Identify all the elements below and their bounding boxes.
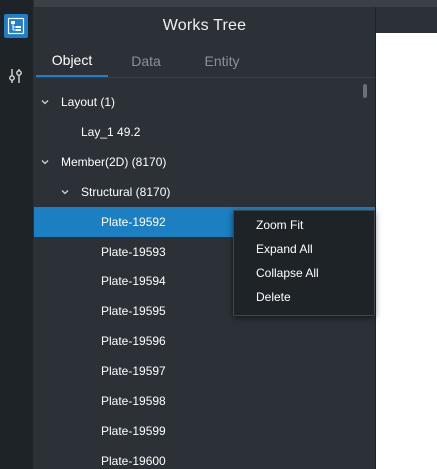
tab-data[interactable]: Data xyxy=(108,45,184,77)
left-toolstrip xyxy=(0,0,34,469)
tree-node-plate[interactable]: Plate-19598 xyxy=(34,386,375,416)
chevron-down-icon[interactable] xyxy=(60,187,70,197)
tab-object[interactable]: Object xyxy=(36,45,108,77)
panel-title: Works Tree xyxy=(162,17,247,34)
tree-node-label: Plate-19595 xyxy=(101,304,166,318)
menu-item-expand-all[interactable]: Expand All xyxy=(234,237,374,261)
tree-node-label: Layout (1) xyxy=(61,95,116,109)
menu-item-collapse-all[interactable]: Collapse All xyxy=(234,261,374,285)
menu-item-zoom-fit[interactable]: Zoom Fit xyxy=(234,213,374,237)
tree-node-label: Plate-19597 xyxy=(101,364,166,378)
tab-entity[interactable]: Entity xyxy=(184,45,260,77)
tree-scrollbar-thumb[interactable] xyxy=(363,84,367,98)
tree-node-structural[interactable]: Structural (8170) xyxy=(34,177,375,207)
menu-item-delete[interactable]: Delete xyxy=(234,285,374,309)
viewport-area xyxy=(375,7,437,469)
tab-bar: Object Data Entity xyxy=(34,45,375,78)
tree-node-layout[interactable]: Layout (1) xyxy=(34,87,375,117)
works-tree-icon xyxy=(7,17,25,35)
tree-node-label: Member(2D) (8170) xyxy=(61,155,167,169)
tree-node-label: Plate-19592 xyxy=(101,215,166,229)
works-tree-tool-button[interactable] xyxy=(4,14,28,38)
tree-node-label: Plate-19594 xyxy=(101,274,166,288)
tree-node-member-2d[interactable]: Member(2D) (8170) xyxy=(34,147,375,177)
chevron-down-icon[interactable] xyxy=(40,97,50,107)
tree-node-plate[interactable]: Plate-19599 xyxy=(34,416,375,446)
tree-node-plate[interactable]: Plate-19597 xyxy=(34,356,375,386)
tree-node-lay-1[interactable]: Lay_1 49.2 xyxy=(34,117,375,147)
tree-node-label: Plate-19596 xyxy=(101,334,166,348)
chevron-down-icon[interactable] xyxy=(40,157,50,167)
properties-tool-button[interactable] xyxy=(4,64,28,88)
viewport-header xyxy=(376,7,437,33)
sliders-icon xyxy=(9,69,22,83)
tree-node-label: Plate-19599 xyxy=(101,424,166,438)
context-menu: Zoom Fit Expand All Collapse All Delete xyxy=(233,210,375,316)
tree-node-label: Plate-19593 xyxy=(101,245,166,259)
tree-node-label: Lay_1 49.2 xyxy=(81,125,141,139)
top-strip xyxy=(0,0,437,7)
tree-node-label: Structural (8170) xyxy=(81,185,171,199)
tree-node-plate[interactable]: Plate-19596 xyxy=(34,326,375,356)
tree-node-plate[interactable]: Plate-19600 xyxy=(34,446,375,469)
tree-node-label: Plate-19600 xyxy=(101,454,166,468)
tree-node-label: Plate-19598 xyxy=(101,394,166,408)
